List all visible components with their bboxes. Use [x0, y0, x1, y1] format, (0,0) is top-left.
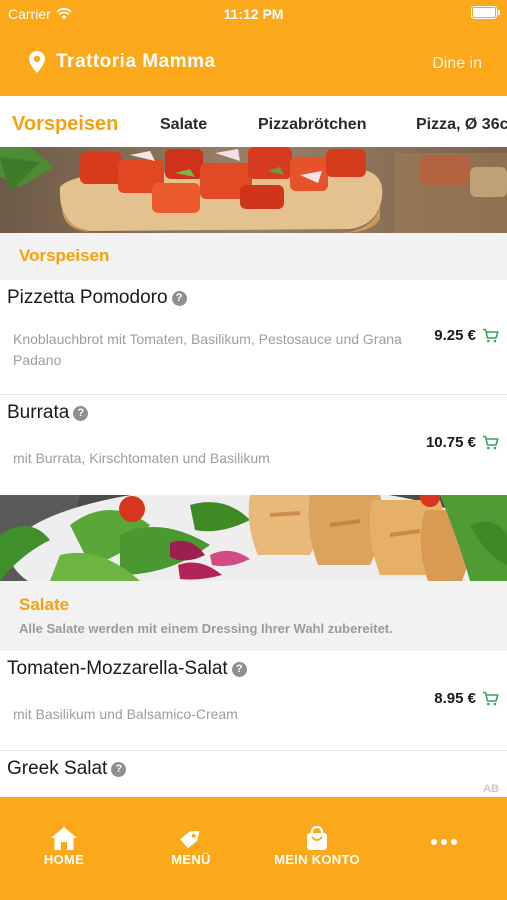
item-price: 10.75 € — [425, 434, 476, 451]
cart-icon[interactable] — [482, 328, 499, 343]
tab-pizza[interactable]: Pizza, Ø 36cm — [416, 116, 507, 134]
nav-label: HOME — [43, 852, 85, 867]
header-nav: Trattoria Mamma Dine in — [0, 44, 507, 84]
section-subtitle: Alle Salate werden mit einem Dressing Ih… — [19, 621, 393, 636]
nav-label: MEIN KONTO — [274, 852, 360, 867]
tag-icon — [180, 830, 200, 849]
item-name-row: Pizzetta Pomodoro ? — [7, 287, 187, 309]
tab-salate[interactable]: Salate — [160, 116, 207, 134]
help-icon[interactable]: ? — [111, 761, 127, 777]
menu-item-tomaten-mozzarella-salat[interactable]: Tomaten-Mozzarella-Salat ? mit Basilikum… — [0, 651, 507, 751]
item-name: Burrata — [7, 402, 70, 423]
section-header-vorspeisen: Vorspeisen — [0, 233, 507, 280]
tab-pizzabroetchen[interactable]: Pizzabrötchen — [258, 116, 366, 134]
watermark-label: AB — [483, 783, 499, 795]
section-title: Vorspeisen — [19, 246, 110, 265]
item-name-row: Burrata ? — [7, 402, 89, 424]
menu-item-burrata[interactable]: Burrata ? mit Burrata, Kirschtomaten und… — [0, 395, 507, 495]
help-icon[interactable]: ? — [231, 661, 247, 677]
menu-item-greek-salat[interactable]: Greek Salat ? — [0, 751, 507, 797]
status-bar: Carrier 11:12 PM — [0, 0, 507, 30]
more-icon — [431, 839, 457, 845]
price-row: 10.75 € — [426, 434, 499, 451]
category-tabs: Vorspeisen Salate Pizzabrötchen Pizza, Ø… — [0, 104, 507, 148]
item-name-row: Greek Salat ? — [7, 758, 127, 780]
nav-account[interactable]: MEIN KONTO — [257, 825, 377, 867]
restaurant-name: Trattoria Mamma — [56, 51, 216, 72]
item-name: Greek Salat — [7, 758, 108, 779]
nav-home[interactable]: HOME — [4, 825, 124, 867]
shopping-bag-icon — [307, 825, 327, 850]
nav-more[interactable] — [384, 837, 504, 848]
section-title: Salate — [19, 595, 70, 614]
battery-icon — [471, 6, 500, 19]
location-pin-icon — [29, 51, 45, 73]
salate-banner-image — [0, 495, 507, 581]
section-header-salate: Salate Alle Salate werden mit einem Dres… — [0, 581, 507, 651]
nav-menu[interactable]: MENÜ — [131, 825, 251, 867]
item-description: mit Basilikum und Balsamico-Cream — [13, 706, 238, 722]
tab-vorspeisen[interactable]: Vorspeisen — [12, 113, 118, 136]
home-icon — [51, 827, 77, 850]
clock: 11:12 PM — [223, 6, 284, 22]
help-icon[interactable]: ? — [73, 405, 89, 421]
price-row: 9.25 € — [434, 327, 499, 344]
nav-label: MENÜ — [171, 852, 211, 867]
item-name: Pizzetta Pomodoro — [7, 287, 168, 308]
item-description: mit Burrata, Kirschtomaten und Basilikum — [13, 450, 270, 466]
item-name-row: Tomaten-Mozzarella-Salat ? — [7, 658, 247, 680]
dine-mode-button[interactable]: Dine in — [432, 55, 482, 73]
menu-item-pizzetta-pomodoro[interactable]: Pizzetta Pomodoro ? Knoblauchbrot mit To… — [0, 280, 507, 395]
app-header: Carrier 11:12 PM Trattoria Mamma Dine in — [0, 0, 507, 96]
item-price: 9.25 € — [434, 327, 476, 344]
cart-icon[interactable] — [482, 435, 499, 450]
price-row: 8.95 € — [434, 690, 499, 707]
restaurant-selector[interactable]: Trattoria Mamma — [28, 50, 216, 74]
help-icon[interactable]: ? — [171, 290, 187, 306]
item-name: Tomaten-Mozzarella-Salat — [7, 658, 228, 679]
item-description: Knoblauchbrot mit Tomaten, Basilikum, Pe… — [13, 331, 402, 368]
vorspeisen-banner-image — [0, 147, 507, 233]
cart-icon[interactable] — [482, 691, 499, 706]
bottom-nav: HOME MENÜ MEIN KONTO — [0, 797, 507, 900]
item-price: 8.95 € — [434, 690, 476, 707]
